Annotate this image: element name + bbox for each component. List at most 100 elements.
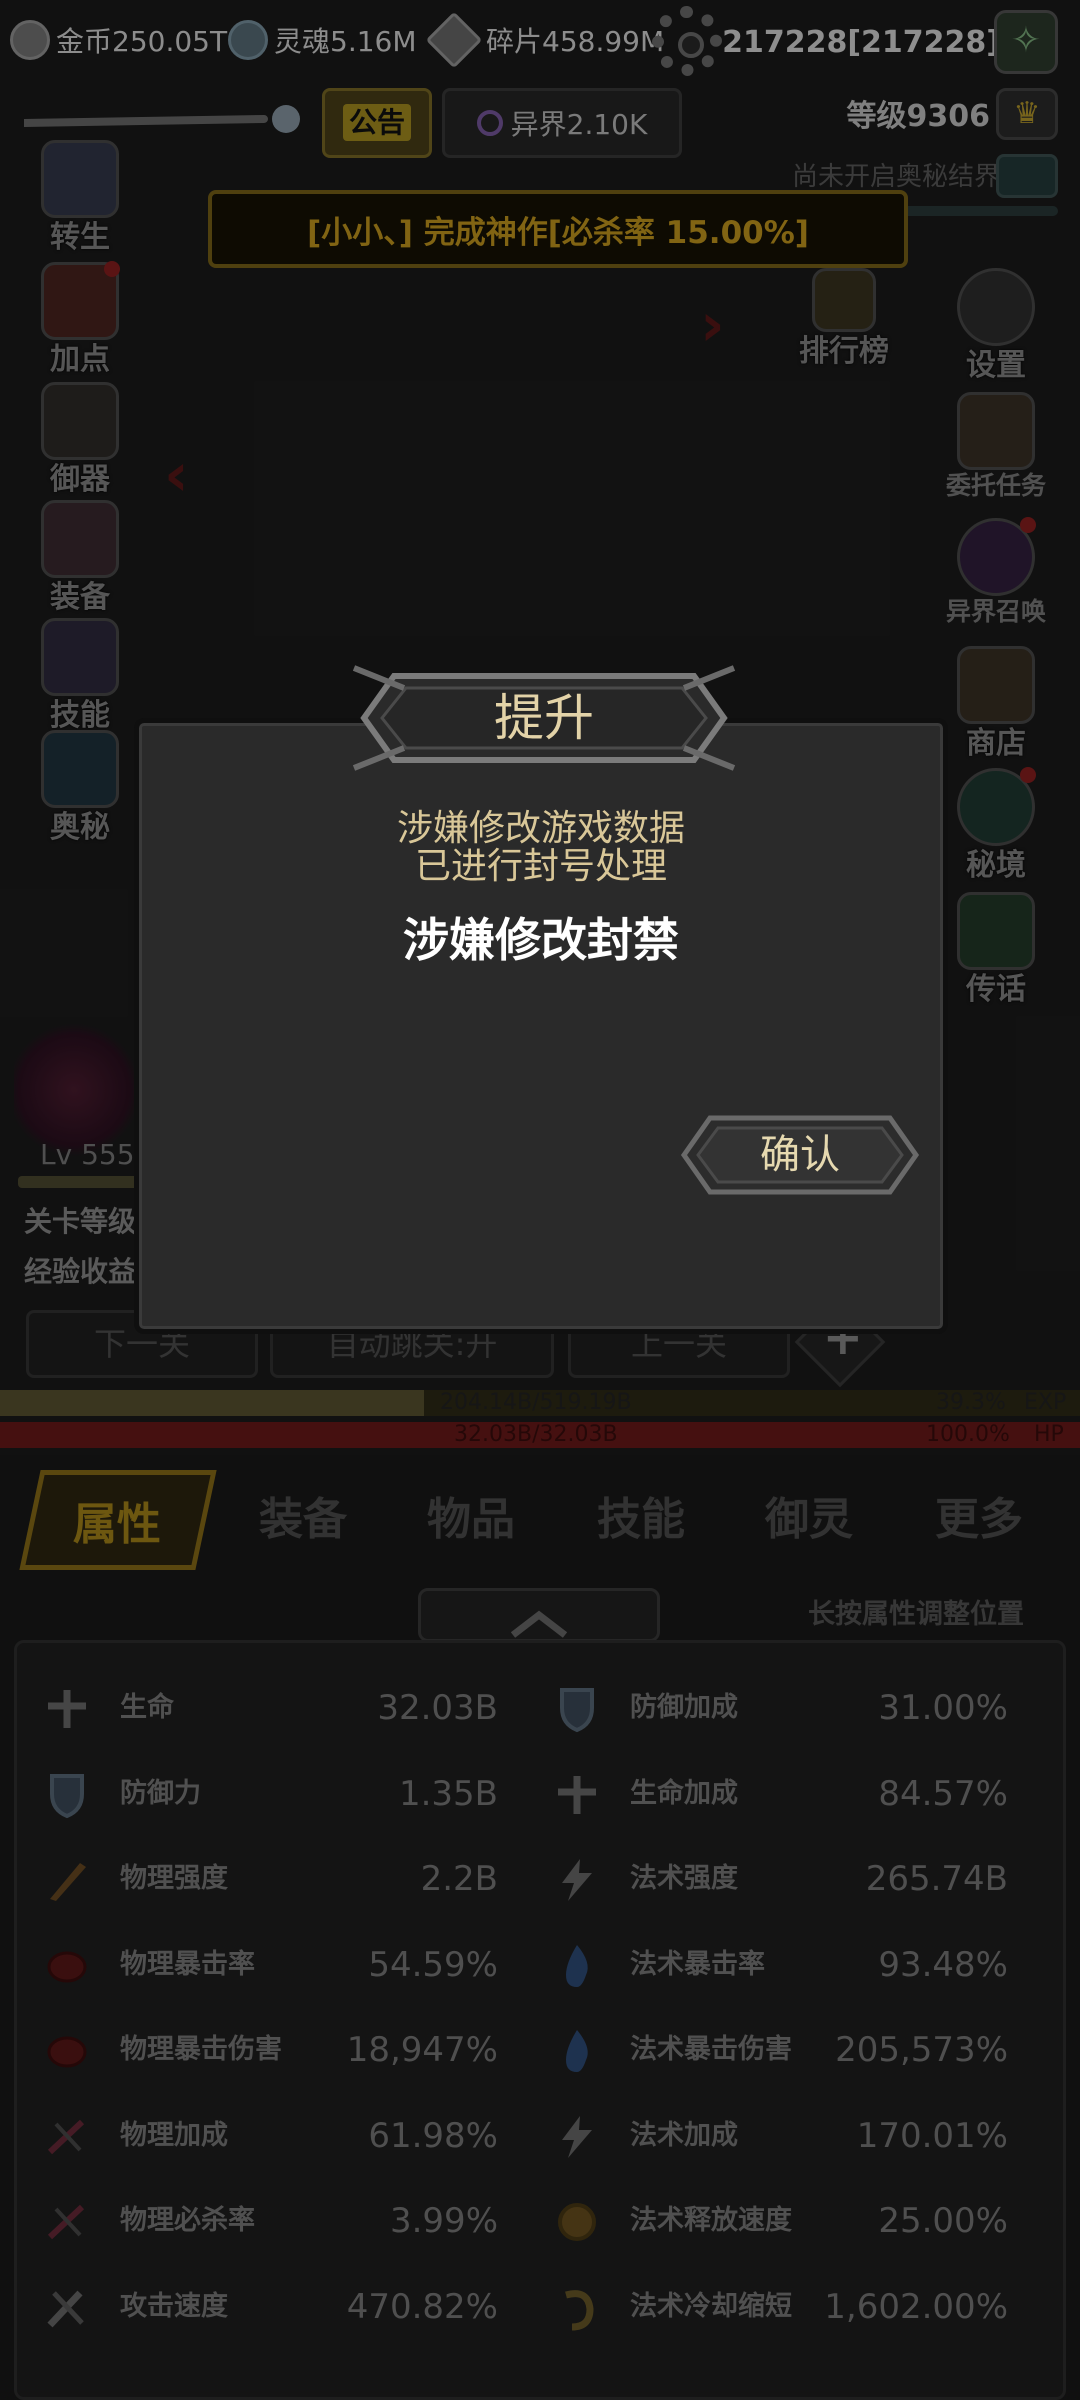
gear-icon — [957, 268, 1035, 346]
settings-button[interactable]: 设置 — [936, 268, 1056, 384]
flame-icon — [566, 1945, 588, 1987]
attribute-item[interactable]: 物理暴击率 54.59% — [28, 1929, 498, 2001]
secret-realm-text: 尚未开启奥秘结界 — [791, 162, 1000, 192]
sidebar-item-add-points[interactable]: 加点 — [20, 261, 140, 378]
sidebar-item-equipment[interactable]: 装备 — [20, 500, 140, 616]
trophy-icon — [812, 268, 876, 332]
slash-icon — [47, 2204, 85, 2240]
player-level: 等级9306 — [846, 99, 991, 134]
shard-counter: 碎片458.99M — [425, 0, 664, 80]
attribute-item[interactable]: 防御力 1.35B — [28, 1758, 498, 1830]
sidebar-item-arcane[interactable]: 奥秘 — [20, 730, 140, 846]
attribute-name: 法术暴击伤害 — [630, 2034, 792, 2065]
tab-equipment[interactable]: 装备 — [228, 1470, 378, 1570]
gear-decoration-icon — [652, 6, 722, 76]
attribute-item[interactable]: 物理暴击伤害 18,947% — [28, 2014, 498, 2086]
flame-icon — [566, 2030, 588, 2072]
announcement-tab[interactable]: 公告 — [322, 88, 432, 158]
attribute-item[interactable]: 法术释放速度 25.00% — [538, 2185, 1008, 2257]
attribute-item[interactable]: 生命 32.03B — [28, 1672, 498, 1744]
attribute-item[interactable]: 法术加成 170.01% — [538, 2100, 1008, 2172]
vortex-icon — [996, 154, 1058, 198]
confirm-button-label[interactable]: 确认 — [680, 1114, 920, 1196]
swirl-icon — [476, 110, 503, 136]
coin-icon — [10, 20, 50, 60]
dialog-message-line1: 涉嫌修改游戏数据 — [396, 808, 685, 849]
attribute-value: 18,947% — [346, 2030, 498, 2070]
attribute-name: 法术加成 — [630, 2120, 738, 2151]
attribute-name: 物理暴击率 — [120, 1949, 255, 1980]
attribute-name: 防御加成 — [630, 1692, 738, 1723]
attribute-item[interactable]: 物理加成 61.98% — [28, 2100, 498, 2172]
cross-icon — [558, 1776, 596, 1814]
star-shield-icon — [41, 500, 119, 578]
otherworld-tab-label: 异界2.10K — [510, 108, 648, 141]
sidebar-item-artifact[interactable]: 御器 — [20, 382, 140, 498]
leaf-icon-button[interactable]: ✧ — [994, 10, 1058, 74]
attribute-value: 170.01% — [856, 2116, 1008, 2156]
attribute-name: 物理暴击伤害 — [120, 2034, 282, 2065]
attribute-item[interactable]: 攻击速度 470.82% — [28, 2271, 498, 2343]
exp-label: EXP — [1024, 1390, 1067, 1415]
attribute-value: 1.35B — [398, 1774, 498, 1814]
collapse-button[interactable] — [418, 1588, 660, 1642]
dialog-message: 涉嫌修改游戏数据 已进行封号处理 — [134, 810, 948, 886]
secret-realm-label: 秘境 — [966, 848, 1026, 883]
green-portal-icon — [957, 767, 1036, 846]
attribute-value: 61.98% — [368, 2116, 498, 2156]
tab-skills[interactable]: 技能 — [566, 1470, 716, 1570]
attribute-item[interactable]: 法术暴击伤害 205,573% — [538, 2014, 1008, 2086]
sidebar-item-skills[interactable]: 技能 — [20, 618, 140, 734]
otherworld-tab[interactable]: 异界2.10K — [442, 88, 682, 158]
ranking-label: 排行榜 — [799, 334, 889, 369]
sidebar-item-rebirth[interactable]: 转生 — [20, 140, 140, 256]
commission-label: 委托任务 — [945, 471, 1046, 500]
shard-icon — [425, 11, 483, 69]
shop-button[interactable]: 商店 — [936, 646, 1056, 762]
settings-label: 设置 — [966, 348, 1026, 383]
attribute-name: 物理必杀率 — [120, 2205, 255, 2236]
chevron-left-icon[interactable]: ‹ — [164, 440, 189, 510]
attribute-item[interactable]: 法术强度 265.74B — [538, 1843, 1008, 1915]
message-button[interactable]: 传话 — [936, 892, 1056, 1008]
hp-bar: 32.03B/32.03B 100.0% HP — [0, 1422, 1080, 1448]
attribute-item[interactable]: 防御加成 31.00% — [538, 1672, 1008, 1744]
tab-spirits[interactable]: 御灵 — [734, 1470, 884, 1570]
attribute-value: 1,602.00% — [824, 2287, 1008, 2327]
tab-more[interactable]: 更多 — [904, 1470, 1054, 1570]
chevron-right-icon[interactable]: › — [700, 290, 725, 360]
scroll-icon — [41, 618, 119, 696]
attribute-item[interactable]: 生命加成 84.57% — [538, 1758, 1008, 1830]
sidebar-item-label: 转生 — [50, 220, 110, 255]
attribute-value: 54.59% — [368, 1945, 498, 1985]
attribute-item[interactable]: 法术暴击率 93.48% — [538, 1929, 1008, 2001]
sidebar-item-label: 奥秘 — [50, 810, 110, 845]
crown-icon-button[interactable]: ♛ — [996, 88, 1058, 140]
boss-level-bar — [18, 1176, 138, 1188]
shield-icon — [560, 1688, 594, 1733]
soul-value: 灵魂5.16M — [274, 25, 417, 58]
attribute-name: 攻击速度 — [120, 2291, 228, 2322]
dialog-title: 提升 — [494, 689, 594, 747]
potion-icon — [41, 261, 120, 340]
wand-decoration-icon — [24, 105, 300, 133]
notification-dot — [1020, 517, 1036, 533]
attribute-value: 93.48% — [878, 1945, 1008, 1985]
summon-button[interactable]: 异界召唤 — [936, 517, 1056, 628]
commission-button[interactable]: 委托任务 — [936, 392, 1056, 502]
sword-icon — [50, 1863, 86, 1901]
ranking-button[interactable]: 排行榜 — [784, 268, 904, 370]
tab-attributes[interactable]: 属性 — [19, 1470, 217, 1570]
exp-bar-fill — [0, 1390, 425, 1416]
summon-label: 异界召唤 — [945, 597, 1046, 626]
claw-icon — [47, 1951, 87, 1983]
secret-realm-button[interactable]: 秘境 — [936, 767, 1056, 884]
cross-icon — [48, 1690, 86, 1728]
attribute-item[interactable]: 物理必杀率 3.99% — [28, 2185, 498, 2257]
attribute-item[interactable]: 法术冷却缩短 1,602.00% — [538, 2271, 1008, 2343]
tab-items[interactable]: 物品 — [396, 1470, 546, 1570]
announcement-banner: [小小、] 完成神作[必杀率 15.00%] — [208, 190, 908, 268]
notification-dot — [104, 261, 120, 277]
sidebar-item-label: 装备 — [50, 580, 110, 615]
attribute-item[interactable]: 物理强度 2.2B — [28, 1843, 498, 1915]
